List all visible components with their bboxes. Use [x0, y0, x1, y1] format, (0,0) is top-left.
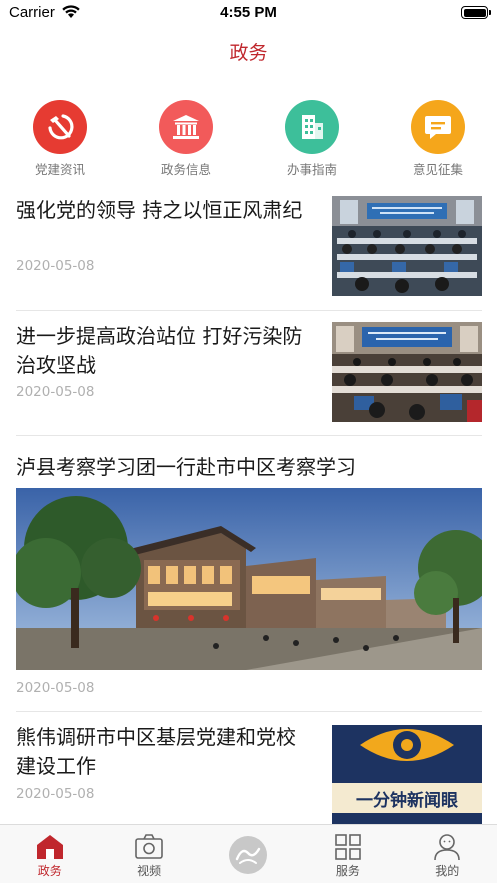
tab-video[interactable]: 视频 [99, 825, 198, 883]
clock-time: 4:55 PM [220, 4, 277, 21]
news-item[interactable]: 熊伟调研市中区基层党建和党校建设工作 2020-05-08 一分钟新闻眼 [16, 723, 482, 824]
divider [16, 435, 482, 436]
camera-icon [135, 834, 163, 859]
shortcut-party-news[interactable]: 党建资讯 [10, 100, 110, 178]
news-item[interactable]: 泸县考察学习团一行赴市中区考察学习 2020-05-08 [16, 453, 482, 703]
news-date: 2020-05-08 [16, 680, 95, 696]
thumb-caption: 一分钟新闻眼 [356, 791, 458, 811]
shortcut-feedback[interactable]: 意见征集 [388, 100, 488, 178]
tab-label: 视频 [137, 864, 162, 878]
shortcut-gov-info[interactable]: 政务信息 [136, 100, 236, 178]
shortcut-label: 意见征集 [412, 162, 463, 177]
grid-icon [335, 834, 361, 860]
news-date: 2020-05-08 [16, 258, 95, 274]
tab-center[interactable] [199, 825, 298, 883]
page-title: 政务 [229, 42, 268, 64]
news-item[interactable]: 强化党的领导 持之以恒正风肃纪 2020-05-08 [16, 196, 482, 299]
tab-bar: 政务 视频 服务 我的 [0, 824, 497, 883]
news-date: 2020-05-08 [16, 384, 95, 400]
government-building-icon [159, 100, 213, 154]
shortcut-label: 党建资讯 [34, 162, 85, 177]
hammer-sickle-icon [33, 100, 87, 154]
street-rendering-photo [16, 488, 482, 670]
news-title: 强化党的领导 持之以恒正风肃纪 [16, 198, 303, 222]
news-title: 泸县考察学习团一行赴市中区考察学习 [16, 455, 356, 479]
tab-label: 我的 [435, 864, 460, 878]
tab-gov[interactable]: 政务 [0, 825, 99, 883]
shortcut-service-guide[interactable]: 办事指南 [262, 100, 362, 178]
divider [16, 711, 482, 712]
divider [16, 310, 482, 311]
status-bar: Carrier 4:55 PM [0, 0, 497, 26]
battery-icon [461, 6, 491, 19]
meeting-photo [332, 322, 482, 422]
shortcut-row: 党建资讯 政务信息 办事指南 意见征集 [0, 100, 497, 180]
news-eye-thumbnail: 一分钟新闻眼 [332, 725, 482, 824]
tab-service[interactable]: 服务 [298, 825, 397, 883]
news-date: 2020-05-08 [16, 786, 95, 802]
shortcut-label: 政务信息 [160, 162, 211, 177]
news-title: 进一步提高政治站位 打好污染防治攻坚战 [16, 324, 303, 377]
tab-label: 服务 [335, 864, 360, 878]
tab-label: 政务 [37, 864, 62, 878]
user-icon [434, 834, 461, 861]
comment-icon [411, 100, 465, 154]
news-title: 熊伟调研市中区基层党建和党校建设工作 [16, 725, 296, 778]
tab-mine[interactable]: 我的 [398, 825, 497, 883]
center-logo-icon [229, 836, 268, 874]
home-icon [36, 835, 63, 859]
shortcut-label: 办事指南 [286, 162, 337, 177]
office-building-icon [285, 100, 339, 154]
meeting-photo [332, 196, 482, 296]
news-item[interactable]: 进一步提高政治站位 打好污染防治攻坚战 2020-05-08 [16, 322, 482, 425]
